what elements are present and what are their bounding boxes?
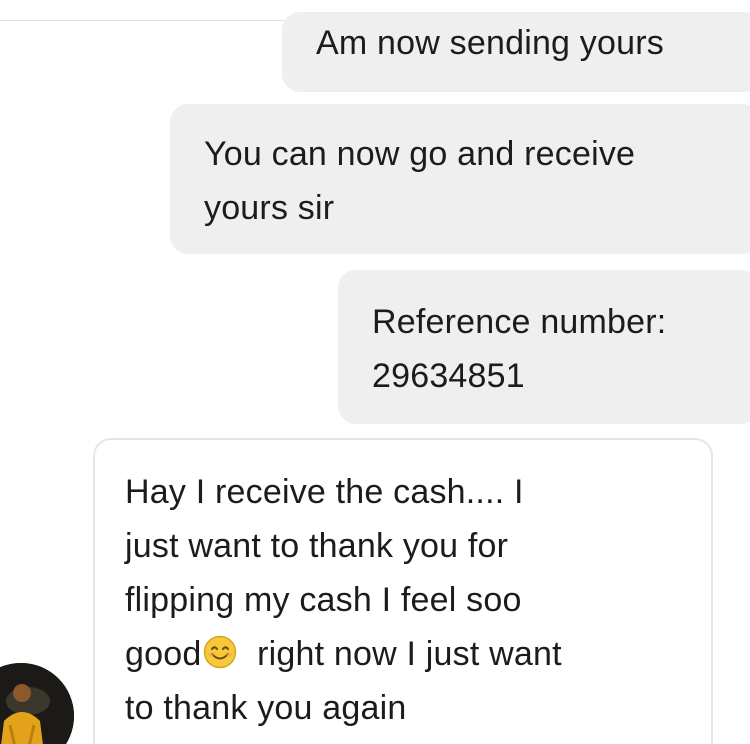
message-bubble-sent[interactable]: Am now sending yours (282, 12, 750, 92)
message-text: flipping my cash I feel soo (125, 581, 522, 619)
message-text: good (125, 635, 202, 673)
message-text: just want to thank you for (125, 527, 509, 565)
reference-label: Reference number: (372, 303, 667, 341)
smiling-face-emoji-icon (204, 635, 237, 669)
sender-avatar[interactable] (0, 663, 74, 744)
message-text: Hay I receive the cash.... I (125, 473, 524, 511)
message-text-line-with-emoji: good right now I just want (125, 627, 711, 681)
message-bubble-sent[interactable]: You can now go and receive yours sir (170, 104, 750, 254)
message-text: Am now sending yours (316, 24, 664, 62)
message-text: yours sir (204, 189, 335, 227)
message-text: right now I just want (247, 635, 562, 673)
message-text: You can now go and receive (204, 135, 636, 173)
person-avatar-icon (0, 663, 74, 744)
message-bubble-received[interactable]: Hay I receive the cash.... I just want t… (93, 438, 713, 744)
message-bubble-sent[interactable]: Reference number: 29634851 (338, 270, 750, 424)
reference-number: 29634851 (372, 357, 525, 395)
message-text: to thank you again (125, 689, 407, 727)
